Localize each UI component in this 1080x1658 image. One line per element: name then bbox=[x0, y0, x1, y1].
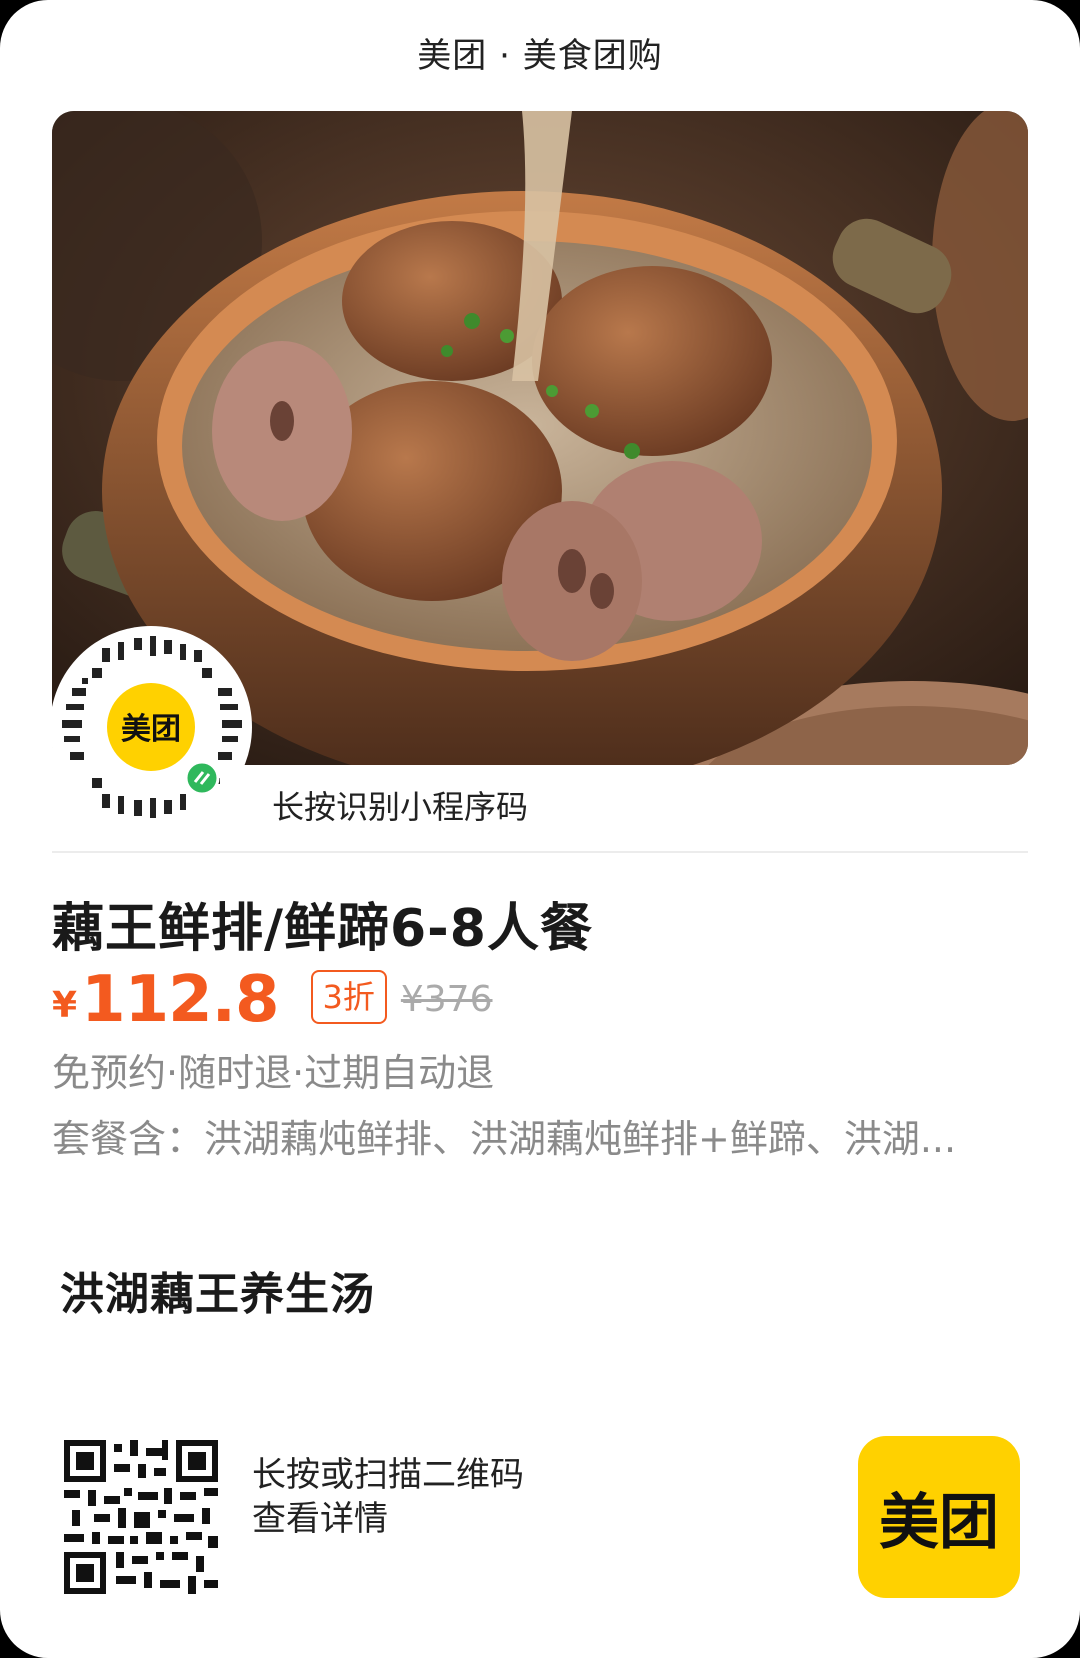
scan-instructions: 长按或扫描二维码 查看详情 bbox=[252, 1453, 524, 1541]
original-price: ¥376 bbox=[400, 979, 493, 1020]
share-card: 美团 · 美食团购 美团 长按识别小程序码 藕王鲜排/鲜蹄6-8人餐 ¥ 112… bbox=[0, 0, 1080, 1658]
divider bbox=[52, 851, 1028, 853]
price-row: ¥ 112.8 3折 ¥376 bbox=[52, 962, 493, 1032]
sale-price: 112.8 bbox=[81, 963, 279, 1037]
refund-policy: 免预约·随时退·过期自动退 bbox=[52, 1051, 495, 1095]
meituan-logo: 美团 bbox=[858, 1436, 1020, 1598]
qr-code[interactable] bbox=[64, 1440, 218, 1594]
currency-symbol: ¥ bbox=[52, 985, 78, 1026]
scan-line-2: 查看详情 bbox=[252, 1499, 388, 1539]
page-title: 美团 · 美食团购 bbox=[417, 36, 663, 76]
deal-title: 藕王鲜排/鲜蹄6-8人餐 bbox=[52, 899, 593, 959]
scan-line-1: 长按或扫描二维码 bbox=[252, 1455, 524, 1495]
mini-program-code[interactable]: 美团 bbox=[52, 628, 250, 826]
package-contents: 套餐含：洪湖藕炖鲜排、洪湖藕炖鲜排+鲜蹄、洪湖... bbox=[52, 1117, 957, 1161]
mini-program-caption: 长按识别小程序码 bbox=[272, 788, 529, 826]
mini-program-logo-text: 美团 bbox=[121, 712, 181, 747]
shop-name: 洪湖藕王养生汤 bbox=[60, 1269, 375, 1320]
discount-badge: 3折 bbox=[310, 970, 387, 1024]
